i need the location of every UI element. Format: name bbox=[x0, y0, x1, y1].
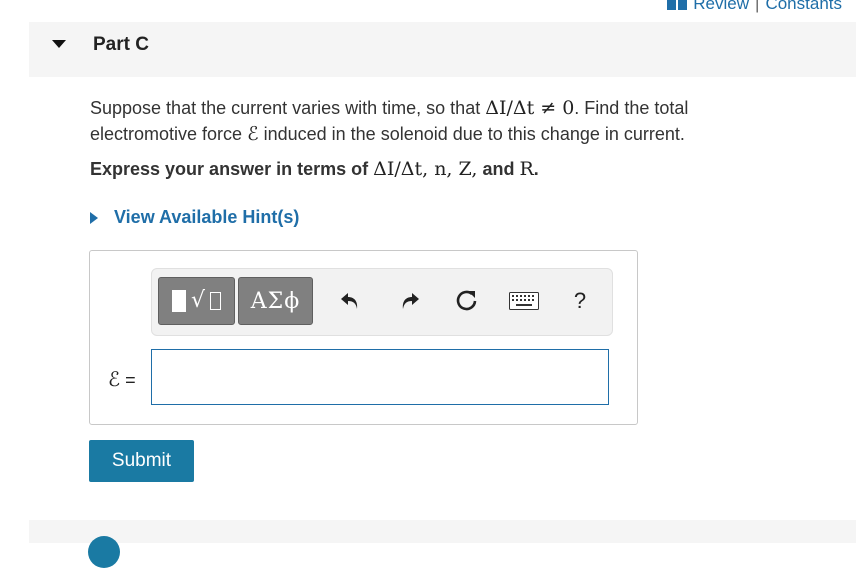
instruction: Express your answer in terms of ΔI/Δt, n… bbox=[90, 158, 539, 180]
top-links: Review | Constants bbox=[667, 0, 842, 14]
answer-box: √ ΑΣϕ ? ℰ = bbox=[89, 250, 638, 425]
math-condition: ΔI/Δt ≠ 0 bbox=[485, 97, 575, 119]
review-link[interactable]: Review bbox=[693, 0, 749, 14]
template-button[interactable]: √ bbox=[158, 277, 235, 325]
view-hints-link[interactable]: View Available Hint(s) bbox=[90, 207, 299, 228]
hint-label: View Available Hint(s) bbox=[114, 207, 300, 227]
help-button[interactable]: ? bbox=[565, 286, 595, 316]
next-part-indicator bbox=[88, 536, 120, 568]
instruction-last-term: R bbox=[519, 158, 534, 180]
collapse-caret-icon[interactable] bbox=[52, 40, 66, 48]
greek-symbols-button[interactable]: ΑΣϕ bbox=[238, 277, 313, 325]
instruction-terms: ΔI/Δt, n, Z, bbox=[373, 158, 478, 180]
redo-button[interactable] bbox=[395, 286, 425, 316]
part-header[interactable]: Part C bbox=[29, 22, 856, 77]
submit-button[interactable]: Submit bbox=[89, 440, 194, 482]
question-text: Suppose that the current varies with tim… bbox=[90, 97, 689, 145]
redo-icon bbox=[402, 293, 419, 309]
link-separator: | bbox=[755, 0, 760, 13]
radical-template-icon: √ bbox=[171, 290, 222, 312]
answer-lhs: ℰ = bbox=[108, 367, 136, 391]
reset-button[interactable] bbox=[452, 286, 482, 316]
reset-icon bbox=[456, 290, 477, 311]
caret-right-icon bbox=[90, 211, 98, 224]
book-icon bbox=[667, 0, 688, 10]
answer-input[interactable] bbox=[151, 349, 609, 405]
math-toolbar: √ ΑΣϕ ? bbox=[151, 268, 613, 336]
undo-icon bbox=[341, 293, 358, 309]
keyboard-button[interactable] bbox=[507, 286, 541, 316]
emf-lhs-symbol: ℰ bbox=[108, 367, 121, 391]
equals-sign: = bbox=[125, 370, 136, 390]
part-title: Part C bbox=[93, 34, 149, 55]
undo-button[interactable] bbox=[335, 286, 365, 316]
emf-symbol: ℰ bbox=[247, 123, 259, 145]
next-part-header bbox=[29, 520, 856, 568]
constants-link[interactable]: Constants bbox=[765, 0, 842, 14]
keyboard-icon bbox=[509, 292, 539, 310]
